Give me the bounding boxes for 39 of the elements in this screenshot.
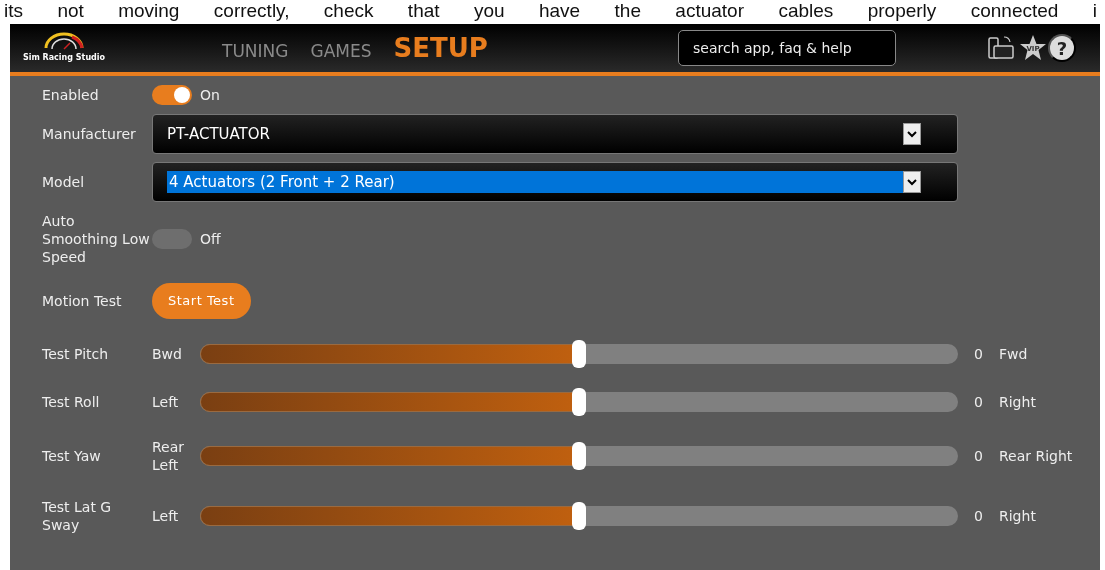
max-label: Fwd xyxy=(999,344,1028,364)
slider-thumb[interactable] xyxy=(572,340,586,368)
setting-label: Motion Test xyxy=(42,292,123,310)
caret-icon xyxy=(903,171,921,193)
setting-label: Test Roll xyxy=(42,393,101,411)
slider-value: 0 xyxy=(973,344,984,364)
document-text: its not moving correctly, check that you have the actuator cables properly connected i xyxy=(3,0,1098,22)
slider-thumb[interactable] xyxy=(572,502,586,530)
slider-value: 0 xyxy=(973,392,984,412)
max-label: Right xyxy=(999,392,1036,412)
max-label: Rear Right xyxy=(999,446,1073,466)
setting-label: Auto Smoothing Low Speed xyxy=(42,212,151,266)
setting-label: Test Yaw xyxy=(42,447,102,465)
dropdown[interactable]: PT-ACTUATOR xyxy=(152,114,958,154)
toggle-switch[interactable] xyxy=(152,85,192,105)
setting-label: Manufacturer xyxy=(42,125,137,143)
slider-thumb[interactable] xyxy=(572,442,586,470)
search-field[interactable]: search app, faq & help xyxy=(678,30,896,66)
min-label: Left xyxy=(152,393,180,411)
min-label: Left xyxy=(152,507,180,525)
max-label: Right xyxy=(999,506,1036,526)
nav-tab[interactable]: SETUP xyxy=(393,28,488,68)
setting-label: Test Lat G Sway xyxy=(42,498,113,534)
min-label: Bwd xyxy=(152,345,183,363)
caret-icon xyxy=(903,123,921,145)
setting-label: Enabled xyxy=(42,86,100,104)
setting-label: Model xyxy=(42,173,86,191)
nav-tab[interactable]: TUNING xyxy=(222,38,289,64)
slider-value: 0 xyxy=(973,506,984,526)
min-label: Rear Left xyxy=(152,438,186,474)
setting-label: Test Pitch xyxy=(42,345,110,363)
help-button[interactable]: ? xyxy=(1048,34,1076,62)
toggle-state: On xyxy=(200,85,220,105)
nav-tab[interactable]: GAMES xyxy=(310,38,372,64)
slider-thumb[interactable] xyxy=(572,388,586,416)
slider-value: 0 xyxy=(973,446,984,466)
toggle-state: Off xyxy=(200,229,221,249)
logo[interactable]: Sim Racing Studio xyxy=(24,32,104,64)
dropdown[interactable]: 4 Actuators (2 Front + 2 Rear) xyxy=(152,162,958,202)
